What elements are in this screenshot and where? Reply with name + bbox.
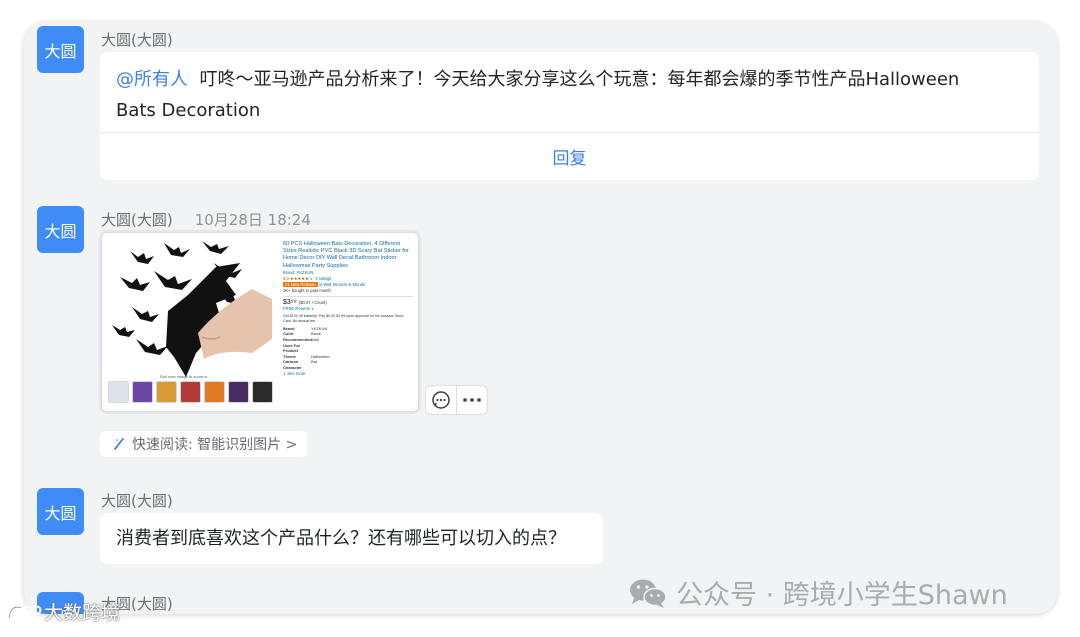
sender-name[interactable]: 大圆(大圆) [101,490,173,511]
more-button[interactable] [457,386,487,414]
comment-button[interactable] [426,386,457,414]
spec-row: Cartoon Character Bat [283,359,318,370]
thumbnail-strip [108,381,273,403]
badge-category: in Wall Stickers & Murals [318,281,366,287]
message-text: @所有人 叮咚～亚马逊产品分析来了！今天给大家分享这么个玩意：每年都会爆的季节性… [116,64,1021,126]
sender-avatar[interactable]: 大圆 [37,206,84,253]
sender-name[interactable]: 大圆(大圆) 10月28日 18:24 [101,209,311,230]
message-bubble[interactable]: @所有人 叮咚～亚马逊产品分析来了！今天给大家分享这么个玩意：每年都会爆的季节性… [100,52,1039,180]
magic-wand-icon [114,438,124,450]
price-unit: ($0.07 / Count) [298,299,327,305]
product-rating: 5.0 ★★★★★ ∨ [283,275,313,281]
sender-name-text: 大圆(大圆) [101,211,173,229]
thumbnail [252,381,273,403]
reply-label: 回复 [552,149,587,169]
price-row: $3⁹⁹ ($0.07 / Count) [283,299,413,306]
sender-name-text: 大圆(大圆) [101,492,173,510]
promo-text: Get $100 off instantly: Pay $0.00 $3.99 … [283,313,404,323]
message-timestamp: 10月28日 18:24 [194,211,311,229]
image-action-bar [425,385,488,415]
quick-read-button[interactable]: 快速阅读: 智能识别图片 > [100,431,308,457]
watermark-text: 公众号 · 跨境小学生Shawn [676,580,1008,611]
reply-button[interactable]: 回复 [100,132,1039,180]
thumbnail [228,381,249,403]
sender-avatar[interactable]: 大圆 [37,488,84,535]
thumbnail [180,381,201,403]
avatar-text: 大圆 [44,503,77,523]
product-screenshot-image[interactable]: Roll over image to zoom in 60 PCS Hallow… [101,232,419,412]
free-returns: FREE Returns ∨ [283,305,315,311]
avatar-text: 大圆 [44,221,77,241]
product-info: 60 PCS Halloween Bats Decoration, 4 Diff… [283,241,413,377]
spec-row: Recommended Uses For Product Wall [283,337,319,354]
mention-all[interactable]: @所有人 [116,69,188,90]
message-text: 消费者到底喜欢这个产品什么？还有哪些可以切入的点？ [116,528,566,549]
product-title: 60 PCS Halloween Bats Decoration, 4 Diff… [283,241,409,269]
chat-panel: 大圆 大圆(大圆) @所有人 叮咚～亚马逊产品分析来了！今天给大家分享这么个玩意… [24,22,1057,614]
see-more-link: ∨ See more [283,370,306,376]
sender-name[interactable]: 大圆(大圆) [101,29,173,50]
price: $3⁹⁹ [283,298,297,306]
more-icon [463,398,481,402]
thumbnail [132,381,153,403]
thumbnail [108,381,129,403]
thumbnail [204,381,225,403]
image-zoom-caption: Roll over image to zoom in [160,374,208,379]
thumbnail [156,381,177,403]
wechat-icon [630,579,667,608]
sender-avatar[interactable]: 大圆 [37,26,84,73]
message-bubble[interactable]: 消费者到底喜欢这个产品什么？还有哪些可以切入的点？ [100,513,603,564]
avatar-text: 大圆 [44,41,77,61]
comment-icon [432,391,450,409]
wechat-watermark: 公众号 · 跨境小学生Shawn [628,573,1008,612]
corner-watermark: 大数跨境 [6,598,120,625]
logo-icon [7,605,42,619]
corner-watermark-text: 大数跨境 [44,602,121,624]
quick-read-label: 快速阅读: 智能识别图片 > [132,437,298,453]
message-line-2: Bats Decoration [116,100,261,121]
message-line-1: 叮咚～亚马逊产品分析来了！今天给大家分享这么个玩意：每年都会爆的季节性产品Hal… [199,69,960,90]
sender-name-text: 大圆(大圆) [101,31,173,49]
new-release-badge: #1 New Release [283,281,318,287]
bought-count: 1K+ bought in past month [283,287,331,293]
ratings-count: 3 ratings [315,275,332,281]
